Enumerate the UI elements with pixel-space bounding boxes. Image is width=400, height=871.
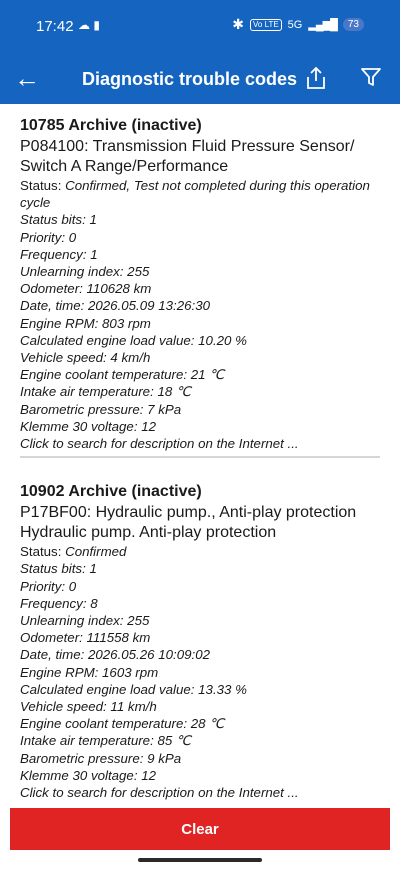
gesture-nav-bar bbox=[0, 850, 400, 871]
app-bar: ← Diagnostic trouble codes bbox=[0, 56, 400, 104]
battery-level: 73 bbox=[342, 18, 364, 31]
record-field: Engine coolant temperature: 28 ℃ bbox=[20, 716, 225, 732]
record-status-label: Status: bbox=[20, 544, 66, 560]
record-field: Intake air temperature: 85 ℃ bbox=[20, 733, 191, 749]
status-bar: 17:42 ☁ ▮ ✱ Vo LTE 5G ▂▄▆█ 73 bbox=[0, 0, 400, 56]
record-field: Frequency: 8 bbox=[20, 595, 98, 611]
record-field: Odometer: 110628 km bbox=[20, 281, 152, 297]
record-field: Status bits: 1 bbox=[20, 212, 97, 228]
record-code-description: P084100: Transmission Fluid Pressure Sen… bbox=[20, 138, 355, 175]
record-field: Date, time: 2026.05.09 13:26:30 bbox=[20, 298, 210, 314]
record-status-value: Confirmed, Test not completed during thi… bbox=[20, 178, 370, 211]
record-field: Barometric pressure: 9 kPa bbox=[20, 750, 182, 766]
record-field: Unlearning index: 255 bbox=[20, 613, 150, 629]
record-field: Priority: 0 bbox=[20, 229, 77, 245]
back-arrow-icon[interactable]: ← bbox=[14, 64, 40, 92]
status-time: 17:42 bbox=[36, 18, 74, 35]
record-field: Odometer: 111558 km bbox=[20, 630, 151, 646]
volte-badge: Vo LTE bbox=[250, 18, 282, 31]
record-field: Engine coolant temperature: 21 ℃ bbox=[20, 367, 225, 383]
dtc-record: 10785 Archive (inactive) P084100: Transm… bbox=[20, 104, 380, 459]
record-status-value: Confirmed bbox=[65, 544, 127, 560]
record-field: Intake air temperature: 18 ℃ bbox=[20, 384, 191, 400]
record-field: Vehicle speed: 11 km/h bbox=[20, 699, 157, 715]
record-field: Unlearning index: 255 bbox=[20, 264, 150, 280]
record-field: Klemme 30 voltage: 12 bbox=[20, 767, 157, 783]
record-heading: 10902 Archive (inactive) bbox=[20, 483, 202, 501]
record-field: Priority: 0 bbox=[20, 578, 77, 594]
record-field: Calculated engine load value: 10.20 % bbox=[20, 332, 247, 348]
record-field: Barometric pressure: 7 kPa bbox=[20, 401, 182, 417]
filter-icon[interactable] bbox=[360, 66, 382, 88]
bluetooth-icon: ✱ bbox=[232, 16, 245, 32]
record-field: Engine RPM: 1603 rpm bbox=[20, 664, 159, 680]
share-icon[interactable] bbox=[304, 65, 328, 91]
dtc-record: 10902 Archive (inactive) P17BF00: Hydrau… bbox=[20, 470, 380, 800]
search-description-link[interactable]: Click to search for description on the I… bbox=[20, 435, 380, 456]
record-field: Klemme 30 voltage: 12 bbox=[20, 418, 157, 434]
record-field: Engine RPM: 803 rpm bbox=[20, 315, 151, 331]
record-field: Calculated engine load value: 13.33 % bbox=[20, 681, 247, 697]
status-icons: ✱ Vo LTE 5G ▂▄▆█ 73 bbox=[232, 16, 364, 33]
signal-label: 5G bbox=[287, 18, 303, 31]
record-field: Frequency: 1 bbox=[20, 246, 98, 262]
record-status: Status: Confirmed, Test not completed du… bbox=[20, 177, 380, 211]
dtc-list[interactable]: 10785 Archive (inactive) P084100: Transm… bbox=[0, 104, 400, 800]
record-code-description: P17BF00: Hydraulic pump., Anti-play prot… bbox=[20, 504, 357, 542]
notification-icons: ☁ ▮ bbox=[78, 18, 100, 32]
home-indicator[interactable] bbox=[138, 858, 262, 862]
search-description-link[interactable]: Click to search for description on the I… bbox=[20, 784, 380, 800]
record-heading: 10785 Archive (inactive) bbox=[20, 117, 202, 134]
record-field: Status bits: 1 bbox=[20, 561, 97, 577]
clear-button[interactable]: Clear bbox=[10, 808, 390, 850]
record-status-label: Status: bbox=[20, 178, 66, 193]
record-field: Date, time: 2026.05.26 10:09:02 bbox=[20, 647, 210, 663]
record-status: Status: Confirmed bbox=[20, 543, 380, 560]
signal-icon: ▂▄▆█ bbox=[308, 19, 337, 31]
page-title: Diagnostic trouble codes bbox=[82, 69, 298, 89]
record-field: Vehicle speed: 4 km/h bbox=[20, 350, 151, 366]
